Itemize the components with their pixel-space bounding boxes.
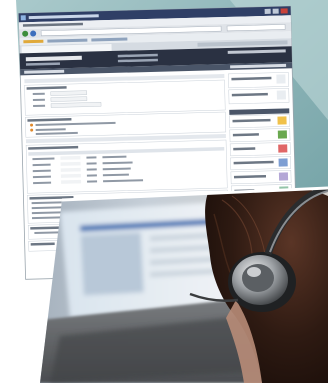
collage [0,0,328,383]
collage-graphic [16,0,328,383]
